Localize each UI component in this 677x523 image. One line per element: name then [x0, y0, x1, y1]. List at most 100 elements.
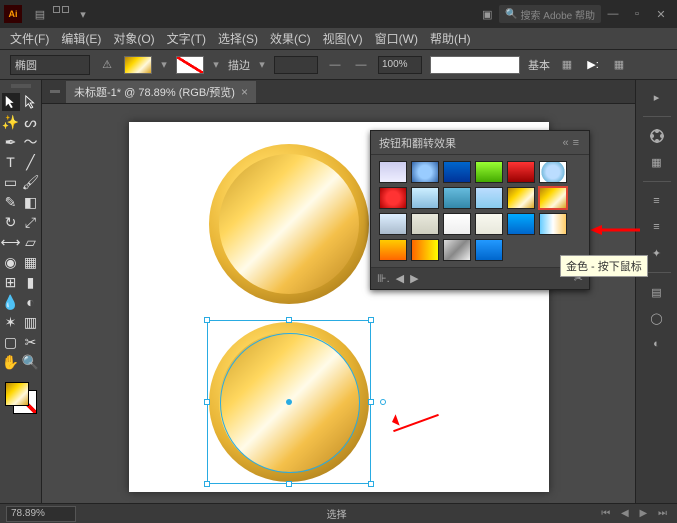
hand-tool[interactable]: ✋: [2, 353, 20, 371]
style-swatch-9[interactable]: [475, 187, 503, 209]
paintbrush-tool[interactable]: 🖌: [22, 173, 40, 191]
swatches-panel-icon[interactable]: ▦: [642, 151, 672, 173]
close-tab-icon[interactable]: ×: [241, 85, 248, 99]
handle-tm[interactable]: [286, 317, 292, 323]
panel-collapse-icon[interactable]: «: [560, 137, 570, 149]
brushes-panel-icon[interactable]: ≡: [642, 190, 672, 212]
style-swatch-17[interactable]: [539, 213, 567, 235]
selection-center[interactable]: [286, 399, 292, 405]
zoom-tool[interactable]: 🔍: [22, 353, 40, 371]
stroke-panel-icon[interactable]: ≡: [642, 216, 672, 238]
shape-name-combo[interactable]: 椭圆: [10, 55, 90, 75]
rectangle-tool[interactable]: ▭: [2, 173, 20, 191]
style-swatch-14[interactable]: [443, 213, 471, 235]
stroke-swatch[interactable]: [176, 56, 204, 74]
style-swatch-12[interactable]: [379, 213, 407, 235]
opacity-input[interactable]: 100%: [378, 56, 422, 74]
layers-panel-icon[interactable]: ▤: [642, 281, 672, 303]
handle-bl[interactable]: [204, 481, 210, 487]
handle-tl[interactable]: [204, 317, 210, 323]
first-artboard-icon[interactable]: ⏮: [597, 508, 614, 519]
style-swatch-21[interactable]: [475, 239, 503, 261]
menu-help[interactable]: 帮助(H): [426, 28, 475, 49]
style-swatch-0[interactable]: [379, 161, 407, 183]
last-artboard-icon[interactable]: ⏭: [654, 508, 671, 519]
scale-tool[interactable]: ⤢: [22, 213, 40, 231]
style-swatch-7[interactable]: [411, 187, 439, 209]
panel-menu-icon[interactable]: ≡: [571, 137, 581, 149]
fill-dropdown-icon[interactable]: ▾: [160, 58, 168, 71]
panel-header[interactable]: 按钮和翻转效果 « ≡: [371, 131, 589, 155]
style-swatch-16[interactable]: [507, 213, 535, 235]
eyedropper-tool[interactable]: 💧: [2, 293, 20, 311]
brush-def-icon[interactable]: —: [352, 56, 370, 74]
window-mode-icon[interactable]: ▣: [475, 2, 499, 26]
pen-tool[interactable]: ✒: [2, 133, 20, 151]
graphic-styles-panel[interactable]: 按钮和翻转效果 « ≡ ⊪. ◀ ▶ ✂: [370, 130, 590, 290]
graphic-style-box[interactable]: [430, 56, 520, 74]
style-swatch-13[interactable]: [411, 213, 439, 235]
document-tab[interactable]: 未标题-1* @ 78.89% (RGB/预览) ×: [66, 81, 256, 103]
style-swatch-19[interactable]: [411, 239, 439, 261]
fill-swatch[interactable]: [124, 56, 152, 74]
free-transform-tool[interactable]: ▱: [22, 233, 40, 251]
menu-view[interactable]: 视图(V): [319, 28, 367, 49]
selection-bounds[interactable]: [207, 320, 371, 484]
magic-wand-tool[interactable]: ✨: [2, 113, 20, 131]
menu-type[interactable]: 文字(T): [163, 28, 210, 49]
handle-bm[interactable]: [286, 481, 292, 487]
width-tool[interactable]: ⟷: [2, 233, 20, 251]
style-swatch-4[interactable]: [507, 161, 535, 183]
menu-object[interactable]: 对象(O): [109, 28, 158, 49]
collapse-dock-icon[interactable]: ▸: [642, 86, 672, 108]
type-tool[interactable]: T: [2, 153, 20, 171]
symbol-sprayer-tool[interactable]: ✶: [2, 313, 20, 331]
prev-set-icon[interactable]: ◀: [396, 272, 404, 285]
handle-ml[interactable]: [204, 399, 210, 405]
handle-mr[interactable]: [368, 399, 374, 405]
maximize-button[interactable]: ▫: [625, 2, 649, 26]
selection-tool[interactable]: [2, 93, 20, 111]
artboard-tool[interactable]: ▢: [2, 333, 20, 351]
style-swatch-20[interactable]: [443, 239, 471, 261]
style-swatch-15[interactable]: [475, 213, 503, 235]
pencil-tool[interactable]: ✎: [2, 193, 20, 211]
menu-window[interactable]: 窗口(W): [371, 28, 422, 49]
style-swatch-6[interactable]: [379, 187, 407, 209]
arrange-dropdown-icon[interactable]: ▾: [76, 8, 90, 21]
stroke-label[interactable]: 描边: [228, 57, 250, 73]
search-input[interactable]: 🔍 搜索 Adobe 帮助: [499, 5, 601, 23]
handle-br[interactable]: [368, 481, 374, 487]
mesh-tool[interactable]: ⊞: [2, 273, 20, 291]
color-panel-icon[interactable]: [642, 125, 672, 147]
handle-tr[interactable]: [368, 317, 374, 323]
next-artboard-icon[interactable]: ▶: [636, 508, 652, 519]
curvature-tool[interactable]: ～: [22, 133, 40, 151]
slice-tool[interactable]: ✂: [22, 333, 40, 351]
prev-artboard-icon[interactable]: ◀: [617, 508, 633, 519]
style-swatch-3[interactable]: [475, 161, 503, 183]
minimize-button[interactable]: ―: [601, 2, 625, 26]
anchor-handle[interactable]: [380, 399, 386, 405]
style-swatch-2[interactable]: [443, 161, 471, 183]
style-swatch-5[interactable]: [539, 161, 567, 183]
menu-edit[interactable]: 编辑(E): [57, 28, 105, 49]
graphic-styles-panel-icon[interactable]: ◐: [642, 333, 672, 355]
style-swatch-8[interactable]: [443, 187, 471, 209]
close-button[interactable]: ✕: [649, 2, 673, 26]
menu-effect[interactable]: 效果(C): [266, 28, 315, 49]
zoom-combo[interactable]: 78.89%: [6, 506, 76, 522]
gradient-tool[interactable]: ▮: [22, 273, 40, 291]
menu-select[interactable]: 选择(S): [214, 28, 262, 49]
perspective-tool[interactable]: ▦: [22, 253, 40, 271]
rotate-tool[interactable]: ↻: [2, 213, 20, 231]
fill-stroke-indicator[interactable]: [3, 380, 39, 416]
stroke-weight-input[interactable]: [274, 56, 318, 74]
blend-tool[interactable]: ◐: [22, 293, 40, 311]
bridge-icon[interactable]: ▤: [28, 2, 52, 26]
isolate-icon[interactable]: ▦: [610, 56, 628, 74]
lasso-tool[interactable]: ᔕ: [22, 113, 40, 131]
warning-icon[interactable]: ⚠: [98, 56, 116, 74]
style-swatch-18[interactable]: [379, 239, 407, 261]
panel-grip[interactable]: [11, 84, 31, 88]
